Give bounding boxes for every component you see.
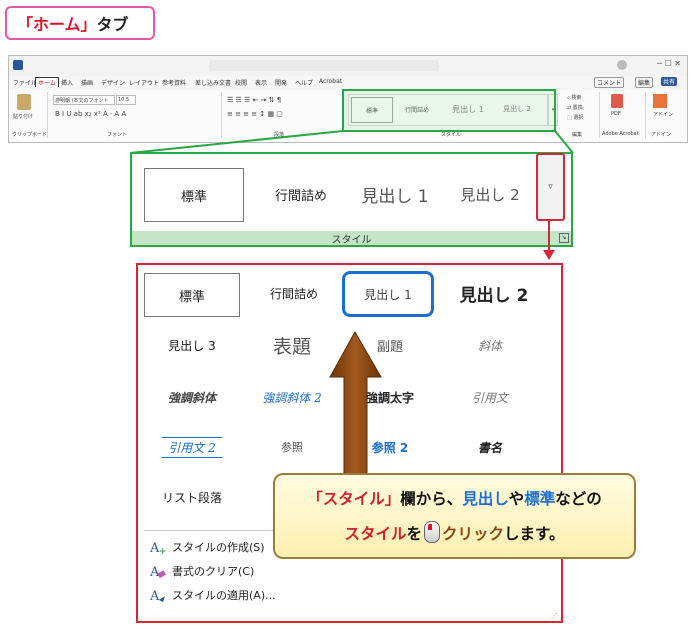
callout-click-word: クリック — [442, 525, 505, 543]
callout-line-1: 「スタイル」欄から、見出しや標準などの — [275, 487, 634, 509]
callout-text: などの — [555, 490, 602, 508]
callout-text: 欄から、 — [400, 490, 463, 508]
callout-style-word: スタイル — [344, 525, 407, 543]
callout-line-2: スタイルを クリックします。 — [275, 521, 634, 544]
callout-text: や — [508, 490, 525, 508]
callout-normal-word: 標準 — [524, 490, 556, 508]
callout-heading-word: 見出し — [462, 490, 509, 508]
callout-text: します。 — [504, 525, 565, 543]
callout-style-word: 「スタイル」 — [307, 490, 401, 508]
instruction-callout: 「スタイル」欄から、見出しや標準などの スタイルを クリックします。 — [273, 473, 636, 559]
callout-text: を — [406, 525, 423, 543]
mouse-icon — [424, 521, 441, 543]
